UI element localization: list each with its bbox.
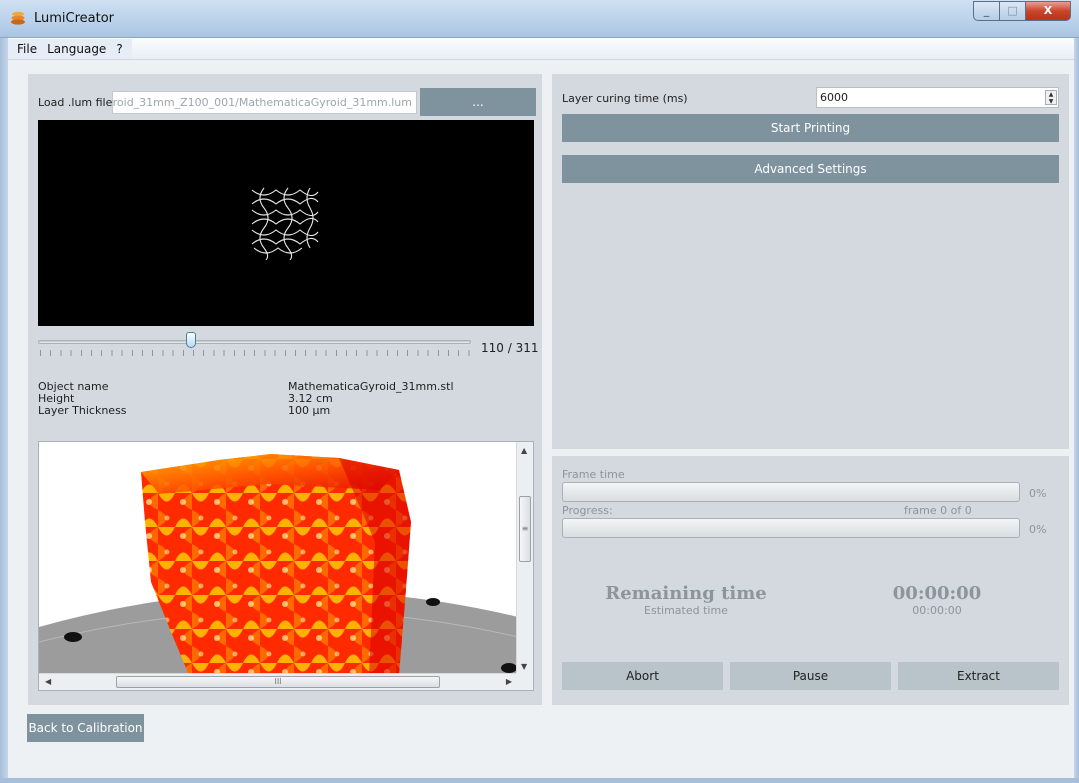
scroll-corner — [516, 673, 533, 690]
extract-button[interactable]: Extract — [898, 662, 1059, 690]
file-path-text: MathematicaGyroid_31mm_Z100_001/Mathemat… — [112, 96, 412, 109]
curing-time-label: Layer curing time (ms) — [562, 92, 688, 105]
frame-time-percent: 0% — [1029, 487, 1047, 500]
frame-time-label: Frame time — [562, 468, 625, 481]
object-info: Object name MathematicaGyroid_31mm.stl H… — [38, 380, 528, 417]
menu-strip: File Language ? — [8, 39, 132, 59]
browse-button[interactable]: ... — [420, 88, 536, 116]
remaining-time-title: Remaining time — [605, 583, 767, 604]
progress-label: Progress: — [562, 504, 613, 517]
progress-percent: 0% — [1029, 523, 1047, 536]
layer-thickness-value: 100 µm — [288, 404, 331, 417]
layer-slice-image — [251, 187, 319, 260]
window-title: LumiCreator — [34, 11, 115, 26]
horizontal-scrollbar[interactable]: ◀ III ▶ — [39, 673, 518, 690]
estimated-time-label: Estimated time — [644, 604, 728, 617]
menu-file[interactable]: File — [12, 39, 42, 59]
back-to-calibration-button[interactable]: Back to Calibration — [27, 714, 144, 742]
menu-help[interactable]: ? — [111, 39, 127, 59]
vertical-scrollbar[interactable]: ▲ ≡ ▼ — [516, 442, 533, 675]
layer-slider-ticks — [40, 350, 470, 356]
window-border-bottom — [0, 778, 1079, 783]
scroll-right-arrow-icon[interactable]: ▶ — [506, 677, 512, 686]
model-3d-view[interactable]: ▲ ≡ ▼ ◀ III ▶ — [38, 441, 534, 691]
curing-time-value: 6000 — [820, 91, 848, 104]
spin-down-icon[interactable]: ▼ — [1046, 98, 1056, 105]
print-status-panel: Frame time 0% Progress: frame 0 of 0 0% … — [552, 456, 1069, 705]
gyroid-model-render — [39, 454, 518, 675]
frame-counter: frame 0 of 0 — [904, 504, 972, 517]
spin-up-icon[interactable]: ▲ — [1046, 91, 1056, 98]
app-logo-icon — [11, 11, 25, 25]
model-panel: Load .lum file MathematicaGyroid_31mm_Z1… — [28, 74, 542, 705]
layer-thickness-label: Layer Thickness — [38, 404, 127, 417]
curing-time-spinner[interactable]: ▲ ▼ — [1045, 90, 1057, 105]
layer-slider-track[interactable] — [38, 340, 471, 344]
window-title-bar: LumiCreator _ □ X — [0, 0, 1079, 38]
window-border-left — [0, 38, 8, 783]
info-row-height: Height 3.12 cm — [38, 392, 528, 405]
progress-bar — [562, 518, 1020, 538]
remaining-time-value: 00:00:00 — [892, 583, 982, 604]
load-file-label: Load .lum file — [38, 96, 113, 109]
horizontal-scroll-thumb[interactable]: III — [116, 676, 440, 688]
estimated-time-value: 00:00:00 — [912, 604, 962, 617]
pause-button[interactable]: Pause — [730, 662, 891, 690]
info-row-object-name: Object name MathematicaGyroid_31mm.stl — [38, 380, 528, 393]
advanced-settings-button[interactable]: Advanced Settings — [562, 155, 1059, 183]
vertical-scroll-thumb[interactable]: ≡ — [519, 496, 531, 562]
window-controls: _ □ X — [973, 1, 1071, 21]
layer-preview — [38, 120, 534, 326]
minimize-button[interactable]: _ — [973, 1, 1000, 21]
frame-time-bar — [562, 482, 1020, 502]
curing-time-input[interactable]: 6000 ▲ ▼ — [816, 87, 1059, 108]
abort-button[interactable]: Abort — [562, 662, 723, 690]
print-settings-panel: Layer curing time (ms) 6000 ▲ ▼ Start Pr… — [552, 74, 1069, 449]
layer-counter: 110 / 311 — [481, 341, 539, 355]
window-border-right — [1074, 38, 1079, 783]
menu-bar: File Language ? — [8, 38, 1074, 60]
scroll-left-arrow-icon[interactable]: ◀ — [45, 677, 51, 686]
file-path-field[interactable]: MathematicaGyroid_31mm_Z100_001/Mathemat… — [112, 91, 417, 114]
scroll-down-arrow-icon[interactable]: ▼ — [521, 662, 527, 671]
info-row-layer-thickness: Layer Thickness 100 µm — [38, 404, 528, 417]
scroll-up-arrow-icon[interactable]: ▲ — [521, 446, 527, 455]
close-button[interactable]: X — [1026, 1, 1071, 21]
menu-language[interactable]: Language — [42, 39, 111, 59]
start-printing-button[interactable]: Start Printing — [562, 114, 1059, 142]
maximize-button[interactable]: □ — [1000, 1, 1026, 21]
layer-slider-handle[interactable] — [186, 332, 197, 348]
